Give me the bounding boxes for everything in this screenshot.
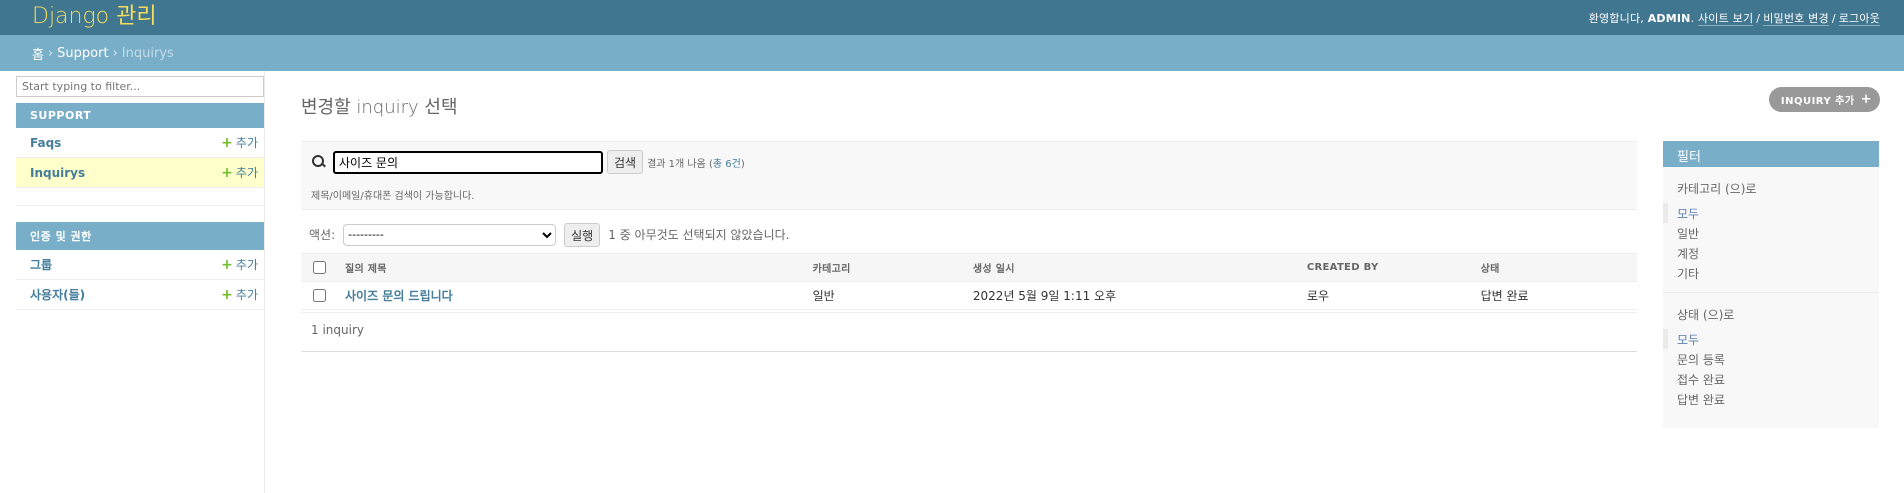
plus-icon: +	[1860, 91, 1872, 107]
row-created-by: 로우	[1298, 281, 1473, 310]
module-caption-auth[interactable]: 인증 및 권한	[16, 222, 264, 250]
column-header-status[interactable]: 상태	[1472, 253, 1637, 282]
plus-icon: +	[221, 135, 233, 151]
filter-status-received[interactable]: 접수 완료	[1663, 369, 1879, 389]
changelist-filter: 필터 카테고리 (으)로 모두 일반 계정 기타 상태 (으)로 모두 문의 등…	[1663, 141, 1879, 428]
sidebar-item-faqs: Faqs + 추가	[16, 128, 264, 158]
filter-category-general[interactable]: 일반	[1663, 223, 1879, 243]
content: 변경할 inquiry 선택 INQUIRY 추가 + 검색 결과 1개 나옴 (…	[265, 71, 1904, 493]
filter-status-registered[interactable]: 문의 등록	[1663, 349, 1879, 369]
username: ADMIN	[1647, 11, 1691, 25]
add-inquiry-button[interactable]: INQUIRY 추가 +	[1768, 87, 1880, 112]
module-spacer	[16, 188, 264, 206]
result-table: 질의 제목 카테고리 생성 일시 CREATED BY 상태 사이즈 문의 드립…	[301, 253, 1637, 310]
sidebar-item-users: 사용자(들) + 추가	[16, 280, 264, 310]
page-title: 변경할 inquiry 선택	[301, 97, 458, 118]
add-faq-link[interactable]: + 추가	[221, 134, 258, 151]
sidebar-link-faqs[interactable]: Faqs	[30, 136, 61, 150]
filter-heading-category: 카테고리 (으)로	[1677, 182, 1757, 196]
nav-sidebar: Support Faqs +추가 Inquirys +추가 인증 및 권한 그룹…	[0, 71, 265, 493]
column-header-created-at[interactable]: 생성 일시	[964, 253, 1299, 282]
actions-bar: 액션: --------- 실행 1 중 아무것도 선택되지 않았습니다.	[301, 210, 1637, 253]
breadcrumb: 홈 › Support › Inquirys	[0, 35, 1904, 71]
breadcrumb-home[interactable]: 홈	[32, 44, 44, 63]
add-label: 추가	[235, 166, 258, 180]
nav-filter-input[interactable]	[16, 76, 264, 97]
user-tools: 환영합니다, ADMIN. 사이트 보기 / 비밀번호 변경 / 로그아웃	[1588, 11, 1880, 26]
breadcrumb-current: Inquirys	[121, 45, 174, 61]
plus-icon: +	[221, 287, 233, 303]
action-select[interactable]: ---------	[343, 223, 557, 246]
row-category: 일반	[804, 281, 965, 310]
search-help-text: 제목/이메일/휴대폰 검색이 가능합니다.	[311, 191, 475, 202]
table-row: 사이즈 문의 드립니다 일반 2022년 5월 9일 1:11 오후 로우 답변…	[301, 281, 1637, 310]
search-toolbar: 검색 결과 1개 나옴 (총 6건) 제목/이메일/휴대폰 검색이 가능합니다.	[301, 141, 1637, 210]
run-action-button[interactable]: 실행	[564, 222, 601, 247]
paginator: 1 inquiry	[301, 312, 1637, 352]
sidebar-link-inquirys[interactable]: Inquirys	[30, 166, 85, 180]
filter-category-all[interactable]: 모두	[1663, 203, 1879, 223]
filter-status-answered[interactable]: 답변 완료	[1663, 389, 1879, 409]
module-support: Support Faqs + 추가 Inquirys + 추가	[16, 103, 264, 206]
row-title-link[interactable]: 사이즈 문의 드립니다	[345, 289, 453, 303]
logout-link[interactable]: 로그아웃	[1838, 11, 1880, 26]
search-button[interactable]: 검색	[607, 150, 644, 174]
filter-heading-status: 상태 (으)로	[1677, 308, 1735, 322]
header: Django 관리 환영합니다, ADMIN. 사이트 보기 / 비밀번호 변경 / 로…	[0, 0, 1904, 35]
change-password-link[interactable]: 비밀번호 변경	[1763, 11, 1829, 26]
row-status: 답변 완료	[1472, 281, 1637, 310]
action-counter: 1 중 아무것도 선택되지 않았습니다.	[608, 228, 790, 242]
changelist: 검색 결과 1개 나옴 (총 6건) 제목/이메일/휴대폰 검색이 가능합니다.…	[301, 141, 1637, 428]
site-branding[interactable]: Django 관리	[32, 0, 157, 30]
row-checkbox[interactable]	[313, 289, 326, 302]
search-icon	[311, 154, 327, 170]
plus-icon: +	[221, 165, 233, 181]
breadcrumb-support[interactable]: Support	[57, 46, 108, 61]
search-result-count: 결과 1개 나옴 (총 6건)	[647, 158, 745, 170]
module-caption-support[interactable]: Support	[16, 103, 264, 128]
filter-title: 필터	[1663, 141, 1879, 167]
add-label: 추가	[235, 288, 258, 302]
column-header-created-by[interactable]: CREATED BY	[1298, 253, 1473, 282]
row-created-at: 2022년 5월 9일 1:11 오후	[964, 281, 1299, 310]
show-all-link[interactable]: 총 6건	[713, 159, 741, 170]
sidebar-item-groups: 그룹 + 추가	[16, 250, 264, 280]
filter-category-account[interactable]: 계정	[1663, 243, 1879, 263]
welcome-text: 환영합니다,	[1588, 11, 1644, 25]
action-label: 액션:	[309, 228, 336, 242]
search-input[interactable]	[333, 150, 603, 174]
column-header-category[interactable]: 카테고리	[804, 253, 965, 282]
add-group-link[interactable]: + 추가	[221, 256, 258, 273]
plus-icon: +	[221, 257, 233, 273]
add-button-label: INQUIRY 추가	[1780, 96, 1855, 107]
module-auth: 인증 및 권한 그룹 + 추가 사용자(들) + 추가	[16, 222, 264, 310]
sidebar-item-inquirys: Inquirys + 추가	[16, 158, 264, 188]
add-inquiry-link[interactable]: + 추가	[221, 164, 258, 181]
sidebar-link-users[interactable]: 사용자(들)	[30, 286, 85, 303]
select-all-checkbox[interactable]	[313, 261, 326, 274]
filter-status-all[interactable]: 모두	[1663, 329, 1879, 349]
column-header-title[interactable]: 질의 제목	[337, 253, 805, 282]
add-user-link[interactable]: + 추가	[221, 286, 258, 303]
add-label: 추가	[235, 136, 258, 150]
sidebar-link-groups[interactable]: 그룹	[30, 256, 52, 273]
view-site-link[interactable]: 사이트 보기	[1697, 11, 1754, 26]
filter-category-other[interactable]: 기타	[1663, 263, 1879, 283]
add-label: 추가	[235, 258, 258, 272]
